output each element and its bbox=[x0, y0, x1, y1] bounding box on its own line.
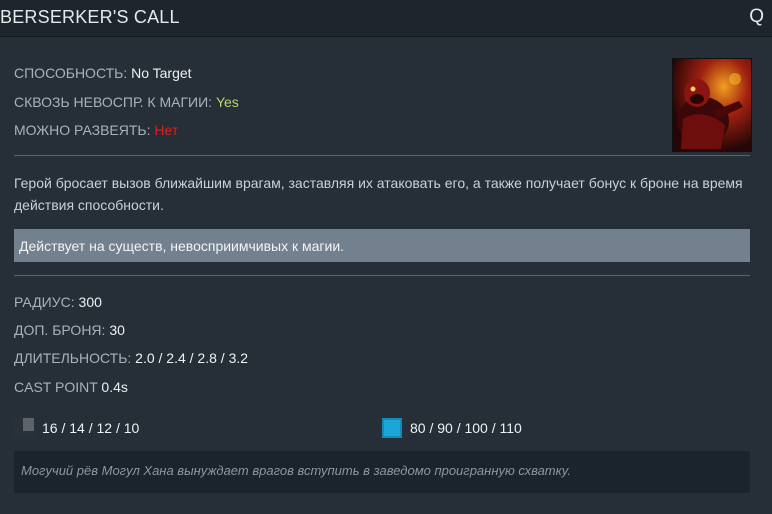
stat-value: 300 bbox=[78, 294, 102, 310]
property-label: СПОСОБНОСТЬ: bbox=[14, 65, 128, 81]
tooltip-header: BERSERKER'S CALL Q bbox=[0, 0, 772, 37]
property-pierces-immunity: СКВОЗЬ НЕВОСПР. К МАГИИ: Yes bbox=[14, 94, 239, 110]
ability-title: BERSERKER'S CALL bbox=[0, 7, 180, 27]
property-label: СКВОЗЬ НЕВОСПР. К МАГИИ: bbox=[14, 94, 213, 110]
property-value: Yes bbox=[215, 94, 239, 110]
cooldown-value: 16 / 14 / 12 / 10 bbox=[42, 420, 140, 436]
stat-cast-point: CAST POINT 0.4s bbox=[14, 379, 128, 395]
stat-label: РАДИУС: bbox=[14, 294, 75, 310]
ability-tooltip: BERSERKER'S CALL Q СПОСОБНОСТЬ: No Targe… bbox=[0, 0, 772, 514]
hotkey-label: Q bbox=[749, 6, 764, 27]
cooldown-icon bbox=[14, 418, 34, 438]
stat-label: ДЛИТЕЛЬНОСТЬ: bbox=[14, 350, 132, 366]
ability-description: Герой бросает вызов ближайшим врагам, за… bbox=[14, 175, 743, 213]
stat-value: 30 bbox=[109, 322, 125, 338]
ability-note: Действует на существ, невосприимчивых к … bbox=[14, 229, 750, 262]
property-label: МОЖНО РАЗВЕЯТЬ: bbox=[14, 122, 151, 138]
property-value: No Target bbox=[131, 65, 192, 81]
stat-label: CAST POINT bbox=[14, 379, 98, 395]
divider bbox=[14, 275, 750, 276]
property-value: Нет bbox=[154, 122, 179, 138]
stat-radius: РАДИУС: 300 bbox=[14, 294, 102, 310]
ability-lore: Могучий рёв Могул Хана вынуждает врагов … bbox=[14, 451, 750, 493]
stat-value: 0.4s bbox=[101, 379, 128, 395]
property-dispellable: МОЖНО РАЗВЕЯТЬ: Нет bbox=[14, 122, 178, 138]
note-text: Действует на существ, невосприимчивых к … bbox=[19, 238, 345, 254]
property-behavior: СПОСОБНОСТЬ: No Target bbox=[14, 65, 192, 81]
stat-label: ДОП. БРОНЯ: bbox=[14, 322, 106, 338]
mana-icon bbox=[382, 418, 402, 438]
stat-duration: ДЛИТЕЛЬНОСТЬ: 2.0 / 2.4 / 2.8 / 3.2 bbox=[14, 350, 248, 366]
berserkers-call-portrait-icon bbox=[672, 58, 752, 152]
mana-cost-value: 80 / 90 / 100 / 110 bbox=[410, 420, 522, 436]
divider bbox=[14, 155, 750, 156]
stat-bonus-armor: ДОП. БРОНЯ: 30 bbox=[14, 322, 125, 338]
stat-value: 2.0 / 2.4 / 2.8 / 3.2 bbox=[135, 350, 249, 366]
lore-text: Могучий рёв Могул Хана вынуждает врагов … bbox=[21, 463, 572, 478]
